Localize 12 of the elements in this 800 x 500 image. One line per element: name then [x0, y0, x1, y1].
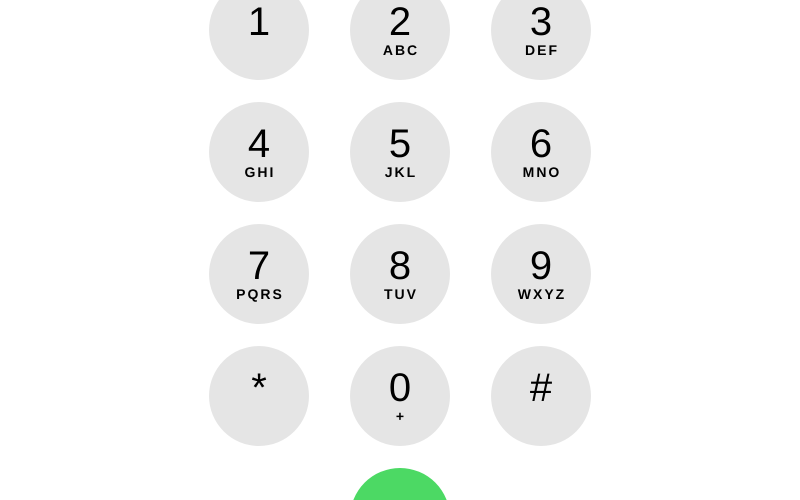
dial-key[interactable]: 6 MNO — [491, 102, 591, 202]
dial-key[interactable]: 7 PQRS — [209, 224, 309, 324]
dial-key[interactable]: 1 — [209, 0, 309, 80]
dial-key[interactable]: 3 DEF — [491, 0, 591, 80]
dial-key[interactable]: 9 WXYZ — [491, 224, 591, 324]
dial-key[interactable]: 2 ABC — [350, 0, 450, 80]
dial-key[interactable]: # — [491, 346, 591, 446]
dial-key[interactable]: 4 GHI — [209, 102, 309, 202]
dial-key[interactable]: * — [209, 346, 309, 446]
dial-key[interactable]: 5 JKL — [350, 102, 450, 202]
dial-key[interactable]: 0 + — [350, 346, 450, 446]
dial-key[interactable]: 8 TUV — [350, 224, 450, 324]
